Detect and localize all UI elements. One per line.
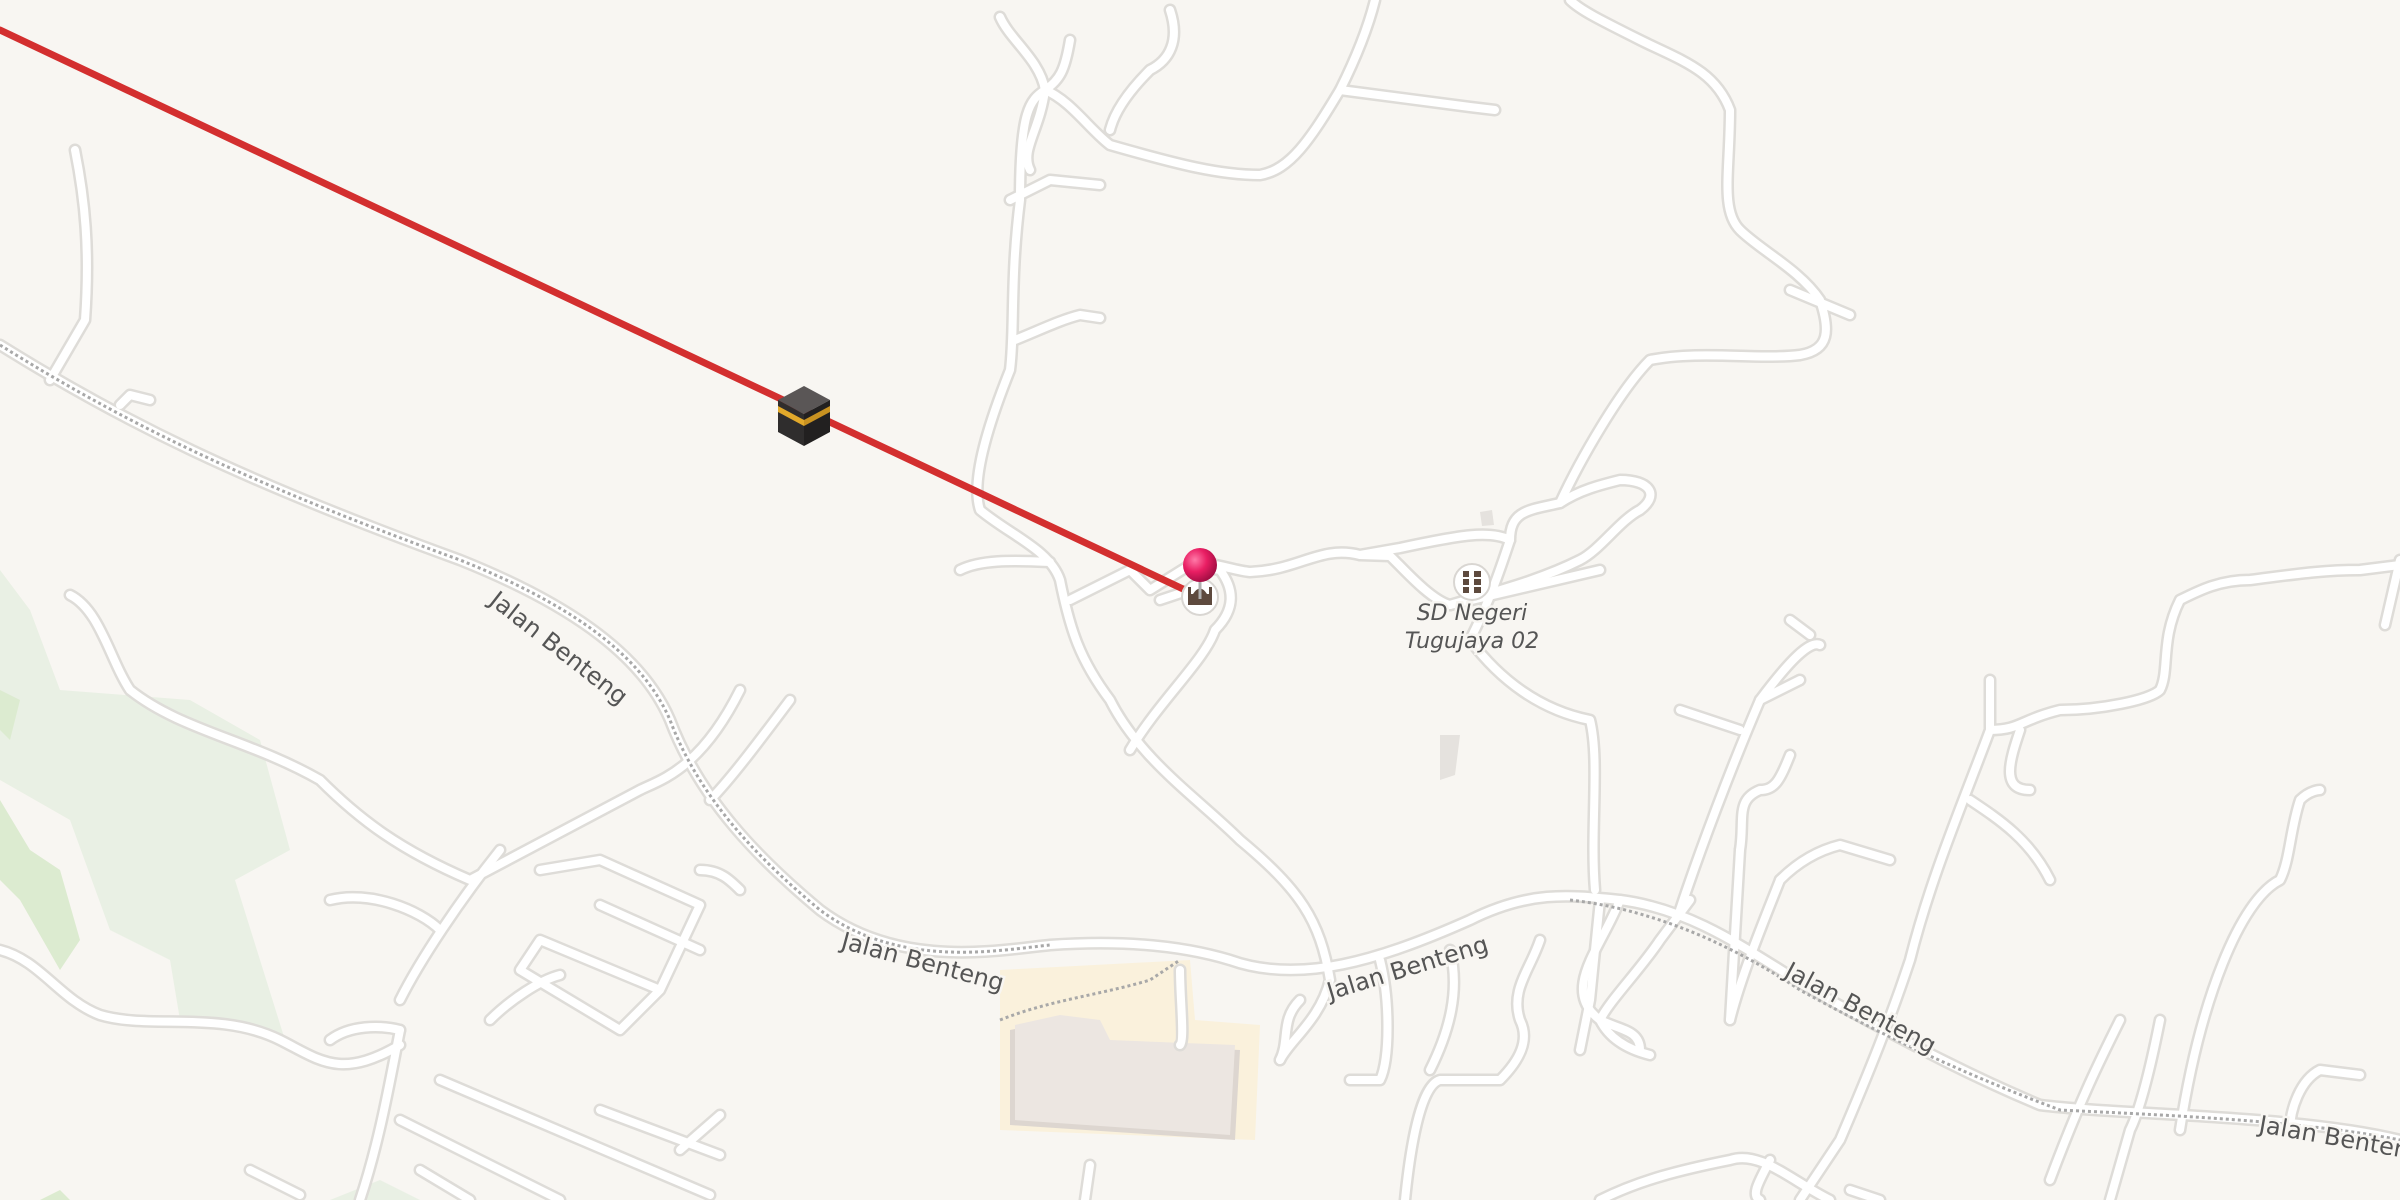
kaaba-icon — [778, 386, 830, 446]
street-label: Jalan Benteng — [1778, 956, 1940, 1060]
street-label: Jalan Benteng — [2255, 1110, 2400, 1167]
park-area — [0, 570, 420, 1200]
school-icon[interactable] — [1453, 563, 1491, 601]
qibla-direction-line — [0, 26, 1204, 601]
poi-label-line1: SD Negeri — [1417, 601, 1528, 626]
map-canvas[interactable]: Jalan Benteng Jalan Benteng Jalan Benten… — [0, 0, 2400, 1200]
street-label: Jalan Benteng — [837, 926, 1008, 997]
poi-label-line2: Tugujaya 02 — [1405, 629, 1539, 654]
